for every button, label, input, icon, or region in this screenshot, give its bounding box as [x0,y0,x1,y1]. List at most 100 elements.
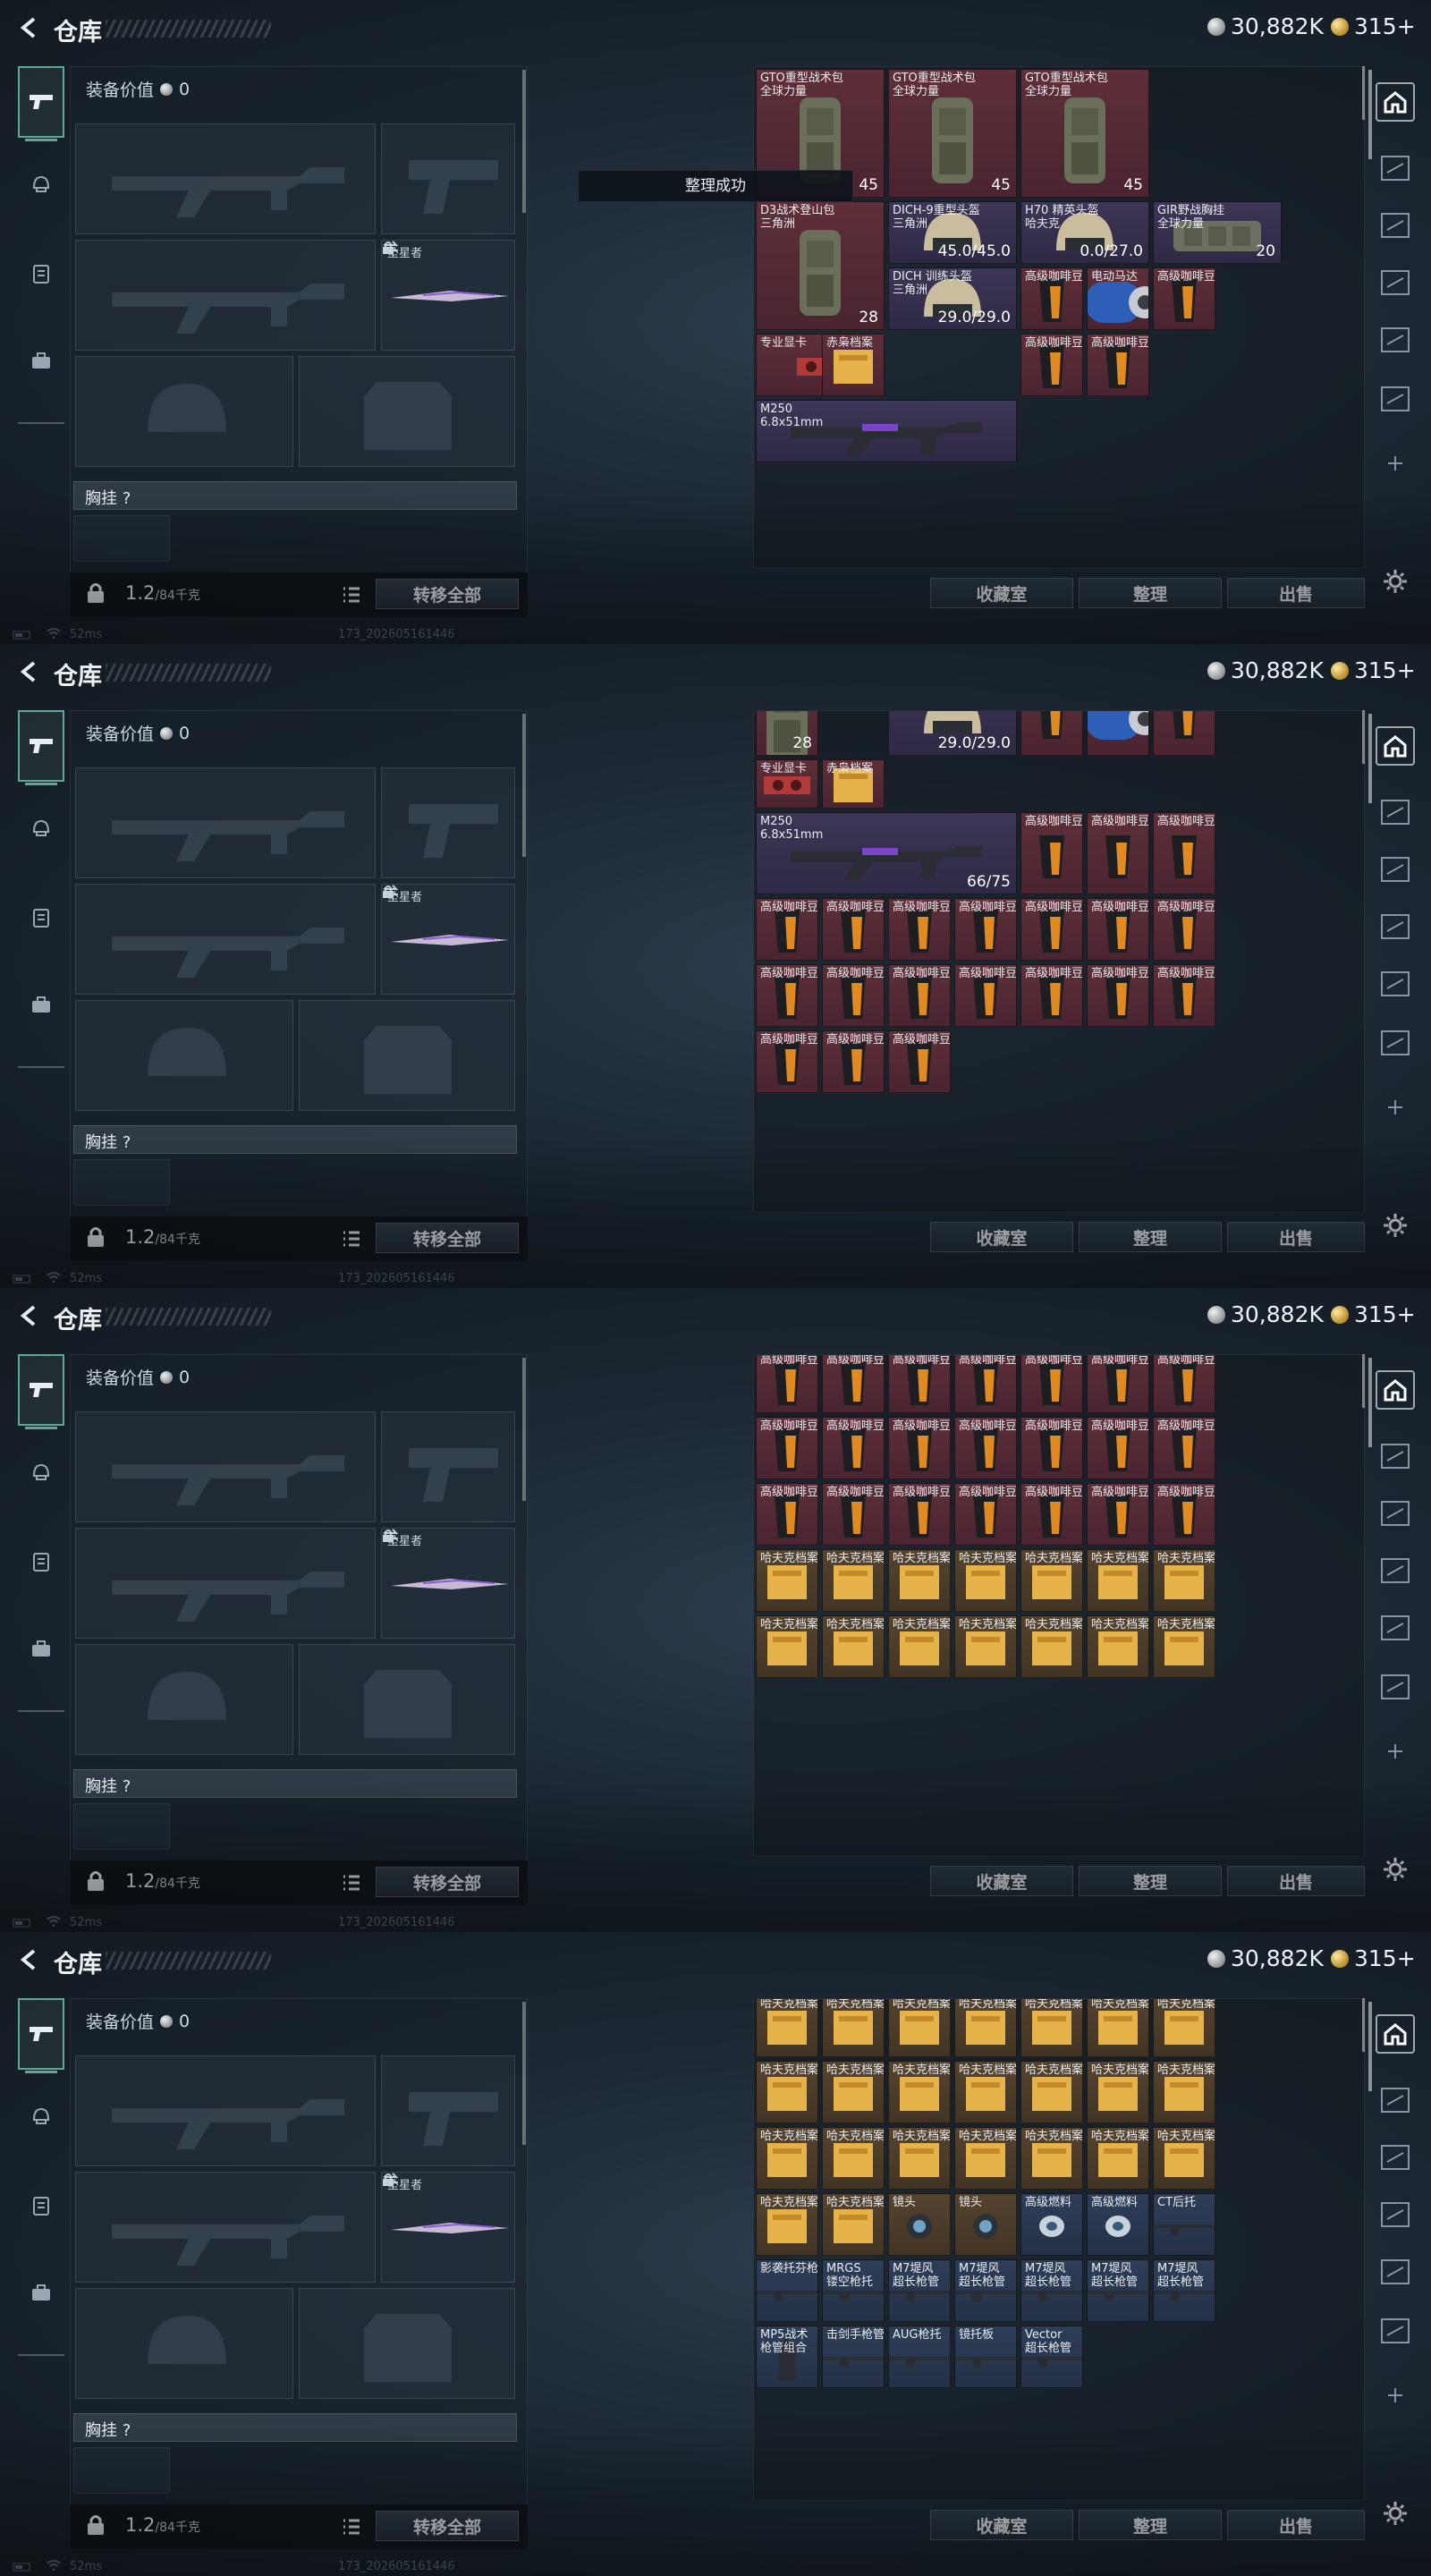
settings-button[interactable] [1370,1200,1420,1250]
lock-icon[interactable] [86,2513,106,2537]
sort-button[interactable]: 整理 [1079,1222,1222,1252]
stash-item[interactable]: 击剑手枪管 [822,2325,885,2388]
stash-item[interactable]: 哈夫克档案 [756,2192,818,2256]
stash-item[interactable]: 高级咖啡豆 [1087,1355,1149,1413]
lock-icon[interactable] [86,1225,106,1249]
loadout-scrollbar[interactable] [522,1358,526,1501]
stash-item[interactable]: 高级咖啡豆 [756,964,818,1028]
melee-slot[interactable]: 坠星者 [381,1528,515,1639]
tab-weapons[interactable] [18,1354,64,1429]
primary-weapon-slot[interactable] [75,1411,376,1522]
tab-weapons[interactable] [18,66,64,141]
stash-page-4[interactable] [1370,959,1420,1009]
stash-page-5[interactable] [1370,1018,1420,1068]
collection-button[interactable]: 收藏室 [930,1866,1073,1896]
stash-item[interactable]: 高级咖啡豆 [756,1030,818,1094]
stash-item[interactable]: 高级咖啡豆 [888,1482,951,1546]
helmet-slot[interactable] [75,1644,293,1755]
stash-item[interactable]: 哈夫克档案 [888,1548,951,1612]
stash-item[interactable]: 高级咖啡豆 [1087,334,1149,396]
stash-item[interactable]: 高级咖啡豆 [1020,1482,1083,1546]
stash-item[interactable]: 哈夫克档案 [888,2060,951,2123]
stash-item[interactable]: 哈夫克档案 [756,1999,818,2057]
stash-item[interactable]: M7堤风 超长枪管 [888,2258,951,2322]
stash-item[interactable]: MP5战术 枪管组合 [756,2325,818,2388]
sell-button[interactable]: 出售 [1227,2510,1365,2540]
stash-item[interactable]: 哈夫克档案 [1020,2126,1083,2190]
stash-item[interactable]: 高级咖啡豆 [1087,812,1149,895]
tab-weapons[interactable] [18,1998,64,2073]
tab-helmet[interactable] [18,803,64,853]
stash-page-5[interactable] [1370,374,1420,424]
lock-icon[interactable] [86,581,106,605]
stash-item[interactable]: D3战术登山包 三角洲 28 [756,201,885,330]
stash-item[interactable]: 高级咖啡豆 [756,898,818,962]
rail-scrollbar[interactable] [1368,1358,1372,1447]
secondary-weapon-slot[interactable] [75,240,376,351]
helmet-slot[interactable] [75,356,293,467]
stash-item[interactable]: 高级咖啡豆 [1020,711,1083,756]
list-icon[interactable] [342,586,361,604]
stash-item[interactable]: 哈夫克档案 [1087,1999,1149,2057]
stash-item[interactable]: 专业显卡 [756,758,818,809]
stash-item[interactable]: M250 6.8x51mm 66/75 [756,812,1017,895]
back-icon[interactable] [16,15,41,40]
stash-item[interactable]: 高级咖啡豆 [954,1355,1017,1413]
pistol-slot[interactable] [381,767,515,878]
stash-item[interactable]: 哈夫克档案 [756,1548,818,1612]
stash-item[interactable]: 高级咖啡豆 [822,964,885,1028]
chest-rig-header[interactable]: 胸挂 ? [73,1769,517,1798]
stash-item[interactable]: 高级咖啡豆 [1153,267,1215,330]
stash-item[interactable]: 电动马达 [1087,711,1149,756]
stash-page-1[interactable] [1370,787,1420,837]
armor-slot[interactable] [299,1644,515,1755]
stash-item[interactable]: 高级咖啡豆 [1020,267,1083,330]
stash-item[interactable]: 高级咖啡豆 [1020,898,1083,962]
home-button[interactable] [1376,726,1415,766]
stash-item[interactable]: 哈夫克档案 [756,2126,818,2190]
primary-weapon-slot[interactable] [75,2055,376,2166]
sort-button[interactable]: 整理 [1079,1866,1222,1896]
stash-item[interactable]: 高级咖啡豆 [1153,812,1215,895]
chest-rig-slot[interactable] [73,2447,170,2494]
stash-item[interactable]: DICH 训练头盔 三角洲29.0/29.0 [888,267,1017,330]
stash-item[interactable]: 镜头 [888,2192,951,2256]
rail-scrollbar[interactable] [1368,2002,1372,2091]
stash-item[interactable]: DICH 训练头盔 三角洲29.0/29.0 [888,711,1017,756]
stash-item[interactable]: 哈夫克档案 [822,1999,885,2057]
stash-item[interactable]: 高级咖啡豆 [822,1482,885,1546]
chest-rig-slot[interactable] [73,1159,170,1206]
stash-item[interactable]: 哈夫克档案 [1020,2060,1083,2123]
secondary-weapon-slot[interactable] [75,884,376,995]
stash-item[interactable]: 高级咖啡豆 [1020,964,1083,1028]
stash-scrollbar[interactable] [1362,710,1365,764]
add-page-button[interactable] [1370,1726,1420,1776]
stash-item[interactable]: 高级咖啡豆 [954,1482,1017,1546]
armor-slot[interactable] [299,356,515,467]
back-icon[interactable] [16,659,41,684]
stash-item[interactable]: M7堤风 超长枪管 [1087,2258,1149,2322]
stash-item[interactable]: 高级咖啡豆 [822,1355,885,1413]
stash-item[interactable]: 哈夫克档案 [822,1548,885,1612]
melee-slot[interactable]: 坠星者 [381,884,515,995]
stash-item[interactable]: 高级咖啡豆 [756,1482,818,1546]
stash-item[interactable]: 高级咖啡豆 [822,1416,885,1479]
stash-item[interactable]: 哈夫克档案 [756,2060,818,2123]
tab-backpack[interactable] [18,1624,64,1674]
pistol-slot[interactable] [381,123,515,234]
helmet-slot[interactable] [75,1000,293,1111]
sell-button[interactable]: 出售 [1227,578,1365,608]
stash-item[interactable]: 哈夫克档案 [888,1999,951,2057]
stash-item[interactable]: H70 精英头盔 哈夫克 0.0/27.0 [1020,201,1149,264]
lock-icon[interactable] [86,1869,106,1893]
stash-item[interactable]: 赤枭档案 [822,758,885,809]
stash-item[interactable]: 高级咖啡豆 [1153,1482,1215,1546]
stash-page-2[interactable] [1370,1488,1420,1538]
transfer-all-button[interactable]: 转移全部 [376,1867,519,1897]
armor-slot[interactable] [299,1000,515,1111]
tab-backpack[interactable] [18,980,64,1030]
list-icon[interactable] [342,1230,361,1248]
sell-button[interactable]: 出售 [1227,1866,1365,1896]
tab-chestrig[interactable] [18,1537,64,1587]
gold-currency[interactable]: 315+ [1331,1301,1416,1327]
